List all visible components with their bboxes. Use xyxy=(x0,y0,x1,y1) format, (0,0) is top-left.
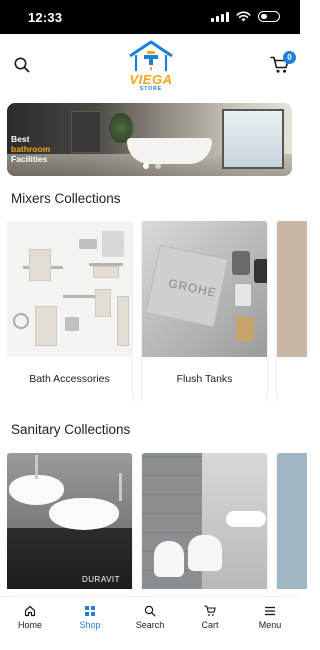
shop-grid-icon xyxy=(85,606,95,616)
promo-banner[interactable]: Best bathroom Facilities xyxy=(7,103,292,176)
search-icon[interactable] xyxy=(13,56,31,74)
bottom-navigation: Home Shop Search Cart Menu xyxy=(0,596,300,650)
toilets-image xyxy=(142,453,267,589)
product-card-label: Flush Tanks xyxy=(176,373,233,385)
cellular-signal-icon xyxy=(211,11,229,22)
cart-count-badge: 0 xyxy=(283,51,296,64)
nav-label: Menu xyxy=(258,620,282,630)
nav-menu[interactable]: Menu xyxy=(240,605,300,630)
nav-label: Home xyxy=(17,620,42,630)
nav-search[interactable]: Search xyxy=(120,605,180,630)
duravit-brand-mark: DURAVIT xyxy=(82,575,121,584)
product-card-washbasins[interactable]: DURAVIT xyxy=(7,453,132,593)
app-header: VIEGA STORE 0 xyxy=(0,34,300,96)
nav-label: Search xyxy=(135,620,165,630)
nav-home[interactable]: Home xyxy=(0,605,60,630)
flush-tanks-image: GROHE xyxy=(142,221,267,357)
banner-cabinet xyxy=(71,111,101,153)
washbasin-image: DURAVIT xyxy=(7,453,132,589)
house-faucet-logo-icon xyxy=(129,40,173,71)
battery-icon xyxy=(258,11,280,22)
status-time: 12:33 xyxy=(28,10,63,25)
mixers-carousel[interactable]: Bath Accessories GROHE Flush Tanks xyxy=(7,221,307,401)
product-card-bath-accessories[interactable]: Bath Accessories xyxy=(7,221,132,401)
nav-label: Shop xyxy=(79,620,101,630)
bath-accessories-image xyxy=(7,221,132,357)
product-card-partial[interactable] xyxy=(277,221,307,401)
search-icon xyxy=(144,605,156,617)
section-title-mixers: Mixers Collections xyxy=(11,191,121,206)
carousel-dot[interactable] xyxy=(143,163,149,169)
wifi-icon xyxy=(236,11,251,22)
banner-headline: Best bathroom Facilities xyxy=(11,134,50,164)
status-bar: 12:33 xyxy=(0,0,300,34)
section-title-sanitary: Sanitary Collections xyxy=(11,422,131,437)
header-cart-button[interactable]: 0 xyxy=(270,51,296,76)
home-icon xyxy=(24,605,36,617)
product-card-label xyxy=(277,357,307,401)
store-logo[interactable]: VIEGA STORE xyxy=(126,39,176,93)
carousel-dots xyxy=(143,163,161,169)
product-card-partial[interactable] xyxy=(277,453,307,593)
nav-shop[interactable]: Shop xyxy=(60,605,120,630)
status-icons xyxy=(211,11,280,22)
menu-icon xyxy=(265,606,275,616)
nav-label: Cart xyxy=(201,620,219,630)
product-card-label: Bath Accessories xyxy=(29,373,110,385)
banner-bathtub xyxy=(127,138,212,164)
sanitary-carousel[interactable]: DURAVIT xyxy=(7,453,307,593)
carousel-dot[interactable] xyxy=(155,163,161,169)
cart-icon xyxy=(204,605,216,616)
banner-line-1: Best xyxy=(11,134,30,144)
product-card-toilets[interactable] xyxy=(142,453,267,593)
nav-cart[interactable]: Cart xyxy=(180,605,240,630)
banner-line-2: bathroom xyxy=(11,144,51,154)
banner-window xyxy=(222,109,284,169)
banner-line-3: Facilities xyxy=(11,154,48,164)
product-card-flush-tanks[interactable]: GROHE Flush Tanks xyxy=(142,221,267,401)
logo-subtext: STORE xyxy=(139,86,163,92)
logo-wordmark: VIEGA xyxy=(129,72,173,87)
